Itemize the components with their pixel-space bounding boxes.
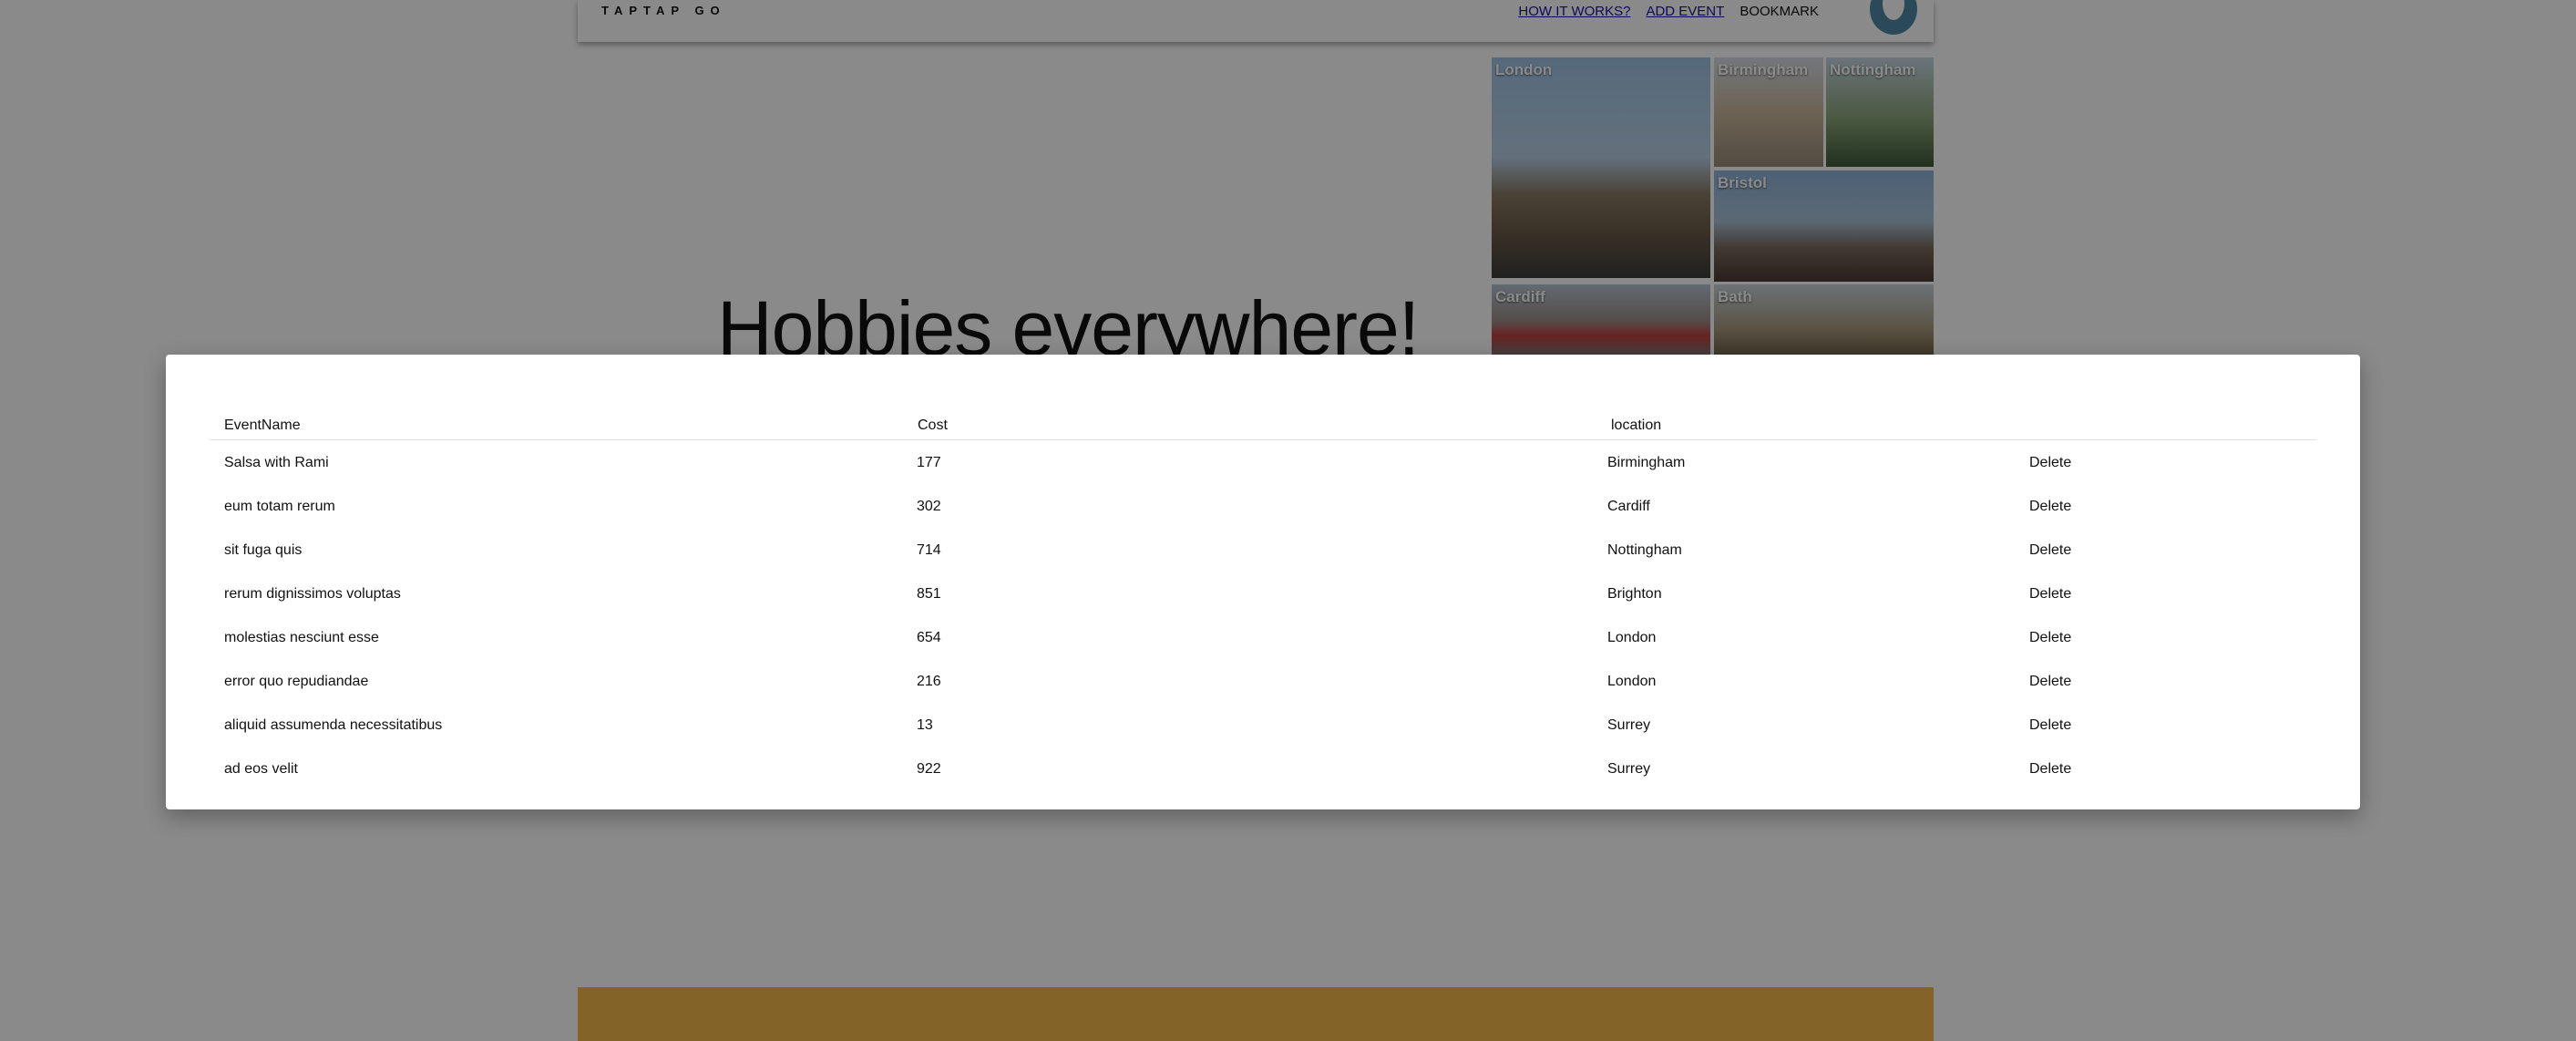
cost-cell: 216 xyxy=(917,674,941,689)
cost-cell: 851 xyxy=(917,586,941,602)
location-cell: Nottingham xyxy=(1607,542,1682,558)
location-cell: Surrey xyxy=(1607,761,1651,777)
event-name-cell: aliquid assumenda necessitatibus xyxy=(224,717,443,733)
table-row: ad eos velit 922 Surrey Delete xyxy=(210,747,2316,791)
delete-button[interactable]: Delete xyxy=(2029,499,2071,515)
location-cell: Cardiff xyxy=(1607,499,1650,514)
location-cell: Birmingham xyxy=(1607,455,1686,470)
table-row: aliquid assumenda necessitatibus 13 Surr… xyxy=(210,704,2316,747)
delete-button[interactable]: Delete xyxy=(2029,630,2071,646)
event-name-cell: eum totam rerum xyxy=(224,499,335,514)
delete-button[interactable]: Delete xyxy=(2029,455,2071,471)
table-row: sit fuga quis 714 Nottingham Delete xyxy=(210,529,2316,572)
event-name-cell: error quo repudiandae xyxy=(224,674,369,689)
cost-cell: 302 xyxy=(917,499,941,514)
delete-button[interactable]: Delete xyxy=(2029,674,2071,690)
cost-cell: 714 xyxy=(917,542,941,558)
delete-button[interactable]: Delete xyxy=(2029,717,2071,734)
table-row: rerum dignissimos voluptas 851 Brighton … xyxy=(210,572,2316,616)
event-name-cell: rerum dignissimos voluptas xyxy=(224,586,401,602)
location-cell: London xyxy=(1607,630,1657,645)
column-header-cost: Cost xyxy=(918,417,948,433)
table-row: error quo repudiandae 216 London Delete xyxy=(210,660,2316,704)
location-cell: Surrey xyxy=(1607,717,1651,733)
column-header-eventname: EventName xyxy=(224,417,301,433)
event-name-cell: ad eos velit xyxy=(224,761,298,777)
event-name-cell: molestias nesciunt esse xyxy=(224,630,379,645)
cost-cell: 177 xyxy=(917,455,941,470)
location-cell: Brighton xyxy=(1607,586,1662,602)
delete-button[interactable]: Delete xyxy=(2029,761,2071,778)
column-header-location: location xyxy=(1611,417,1662,433)
cost-cell: 922 xyxy=(917,761,941,777)
cost-cell: 654 xyxy=(917,630,941,645)
events-modal: EventName Cost location Salsa with Rami … xyxy=(166,355,2360,809)
event-name-cell: sit fuga quis xyxy=(224,542,303,558)
delete-button[interactable]: Delete xyxy=(2029,542,2071,559)
table-row: eum totam rerum 302 Cardiff Delete xyxy=(210,485,2316,529)
location-cell: London xyxy=(1607,674,1657,689)
table-row: Salsa with Rami 177 Birmingham Delete xyxy=(210,441,2316,485)
table-header: EventName Cost location xyxy=(210,405,2316,440)
cost-cell: 13 xyxy=(917,717,933,733)
table-row: molestias nesciunt esse 654 London Delet… xyxy=(210,616,2316,660)
delete-button[interactable]: Delete xyxy=(2029,586,2071,603)
event-name-cell: Salsa with Rami xyxy=(224,455,329,470)
